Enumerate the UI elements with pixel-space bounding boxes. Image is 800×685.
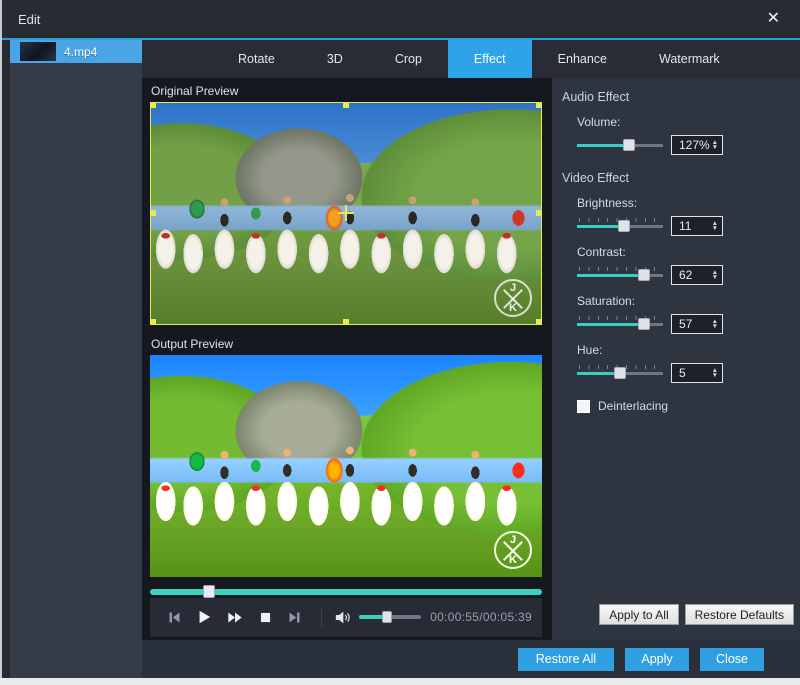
- fast-forward-button[interactable]: [226, 610, 244, 625]
- crop-handle[interactable]: [150, 210, 156, 216]
- time-display: 00:00:55/00:05:39: [430, 610, 532, 624]
- crop-handle[interactable]: [343, 102, 349, 108]
- watermark-logo: J K: [494, 531, 532, 569]
- saturation-slider[interactable]: [577, 316, 663, 332]
- spin-down-icon[interactable]: ▼: [712, 275, 718, 281]
- hue-value: 5: [672, 366, 712, 380]
- contrast-value: 62: [672, 268, 712, 282]
- brightness-spinner[interactable]: 11 ▲▼: [671, 216, 723, 236]
- crop-handle[interactable]: [150, 102, 156, 108]
- tab-effect[interactable]: Effect: [448, 40, 532, 78]
- tab-bar: Rotate 3D Crop Effect Enhance Watermark: [142, 40, 800, 78]
- speaker-icon[interactable]: [334, 610, 351, 625]
- play-icon: [196, 609, 212, 625]
- contrast-spinner[interactable]: 62 ▲▼: [671, 265, 723, 285]
- original-preview-image: J K: [150, 102, 542, 325]
- skip-back-icon: [167, 610, 182, 625]
- apply-to-all-button[interactable]: Apply to All: [599, 604, 678, 625]
- preview-column: Original Preview J K: [142, 78, 552, 640]
- video-thumbnail: [20, 42, 56, 61]
- play-button[interactable]: [196, 609, 212, 625]
- tab-rotate[interactable]: Rotate: [212, 40, 301, 78]
- brightness-label: Brightness:: [577, 196, 800, 210]
- spin-down-icon[interactable]: ▼: [712, 373, 718, 379]
- original-preview-label: Original Preview: [151, 84, 542, 98]
- stop-button[interactable]: [258, 610, 273, 625]
- volume-label: Volume:: [577, 115, 800, 129]
- crop-overlay[interactable]: [150, 102, 542, 325]
- contrast-label: Contrast:: [577, 245, 800, 259]
- playback-controls: 00:00:55/00:05:39: [150, 598, 542, 637]
- volume-thumb[interactable]: [382, 611, 392, 623]
- skip-forward-button[interactable]: [287, 610, 302, 625]
- crop-handle[interactable]: [536, 319, 542, 325]
- deinterlacing-option[interactable]: Deinterlacing: [577, 399, 800, 413]
- video-effect-header: Video Effect: [562, 171, 800, 185]
- slider-thumb[interactable]: [618, 220, 630, 232]
- edit-dialog: Edit ✕ 4.mp4 Rotate 3D Crop Effect Enhan…: [0, 0, 800, 678]
- hue-slider[interactable]: [577, 365, 663, 381]
- volume-slider[interactable]: [359, 611, 421, 623]
- effect-settings-panel: Audio Effect Volume: 127% ▲▼ Video Effec…: [552, 78, 800, 640]
- hue-spinner[interactable]: 5 ▲▼: [671, 363, 723, 383]
- crop-handle[interactable]: [536, 102, 542, 108]
- title-bar: Edit ✕: [2, 0, 800, 38]
- output-preview-label: Output Preview: [151, 337, 542, 351]
- tab-crop[interactable]: Crop: [369, 40, 448, 78]
- spin-down-icon[interactable]: ▼: [712, 324, 718, 330]
- footer-bar: Restore All Apply Close: [142, 640, 800, 678]
- volume-spinner[interactable]: 127% ▲▼: [671, 135, 723, 155]
- watermark-logo: J K: [494, 279, 532, 317]
- output-preview-image: J K: [150, 355, 542, 577]
- saturation-spinner[interactable]: 57 ▲▼: [671, 314, 723, 334]
- tab-3d[interactable]: 3D: [301, 40, 369, 78]
- seek-slider[interactable]: [150, 585, 542, 598]
- close-icon[interactable]: ✕: [767, 11, 780, 27]
- spin-down-icon[interactable]: ▼: [712, 226, 718, 232]
- audio-volume-slider[interactable]: [577, 137, 663, 153]
- file-name: 4.mp4: [64, 45, 97, 59]
- restore-defaults-button[interactable]: Restore Defaults: [685, 604, 794, 625]
- contrast-slider[interactable]: [577, 267, 663, 283]
- file-list-item[interactable]: 4.mp4: [10, 40, 142, 63]
- slider-thumb[interactable]: [614, 367, 626, 379]
- dialog-title: Edit: [18, 12, 40, 27]
- brightness-value: 11: [672, 219, 712, 233]
- crop-handle[interactable]: [343, 319, 349, 325]
- slider-thumb[interactable]: [623, 139, 635, 151]
- stop-icon: [258, 610, 273, 625]
- hue-label: Hue:: [577, 343, 800, 357]
- crop-handle[interactable]: [150, 319, 156, 325]
- audio-effect-header: Audio Effect: [562, 90, 800, 104]
- file-list-sidebar: 4.mp4: [2, 40, 142, 678]
- deinterlacing-checkbox[interactable]: [577, 400, 590, 413]
- skip-back-button[interactable]: [167, 610, 182, 625]
- deinterlacing-label: Deinterlacing: [598, 399, 668, 413]
- saturation-label: Saturation:: [577, 294, 800, 308]
- saturation-value: 57: [672, 317, 712, 331]
- tab-enhance[interactable]: Enhance: [532, 40, 633, 78]
- apply-button[interactable]: Apply: [625, 648, 689, 671]
- separator: [321, 607, 322, 627]
- slider-thumb[interactable]: [638, 269, 650, 281]
- brightness-slider[interactable]: [577, 218, 663, 234]
- volume-value: 127%: [672, 138, 712, 152]
- slider-thumb[interactable]: [638, 318, 650, 330]
- spin-down-icon[interactable]: ▼: [712, 145, 718, 151]
- fast-forward-icon: [226, 610, 244, 625]
- skip-forward-icon: [287, 610, 302, 625]
- close-button[interactable]: Close: [700, 648, 764, 671]
- tab-watermark[interactable]: Watermark: [633, 40, 746, 78]
- restore-all-button[interactable]: Restore All: [518, 648, 614, 671]
- seek-thumb[interactable]: [203, 585, 215, 598]
- crop-handle[interactable]: [536, 210, 542, 216]
